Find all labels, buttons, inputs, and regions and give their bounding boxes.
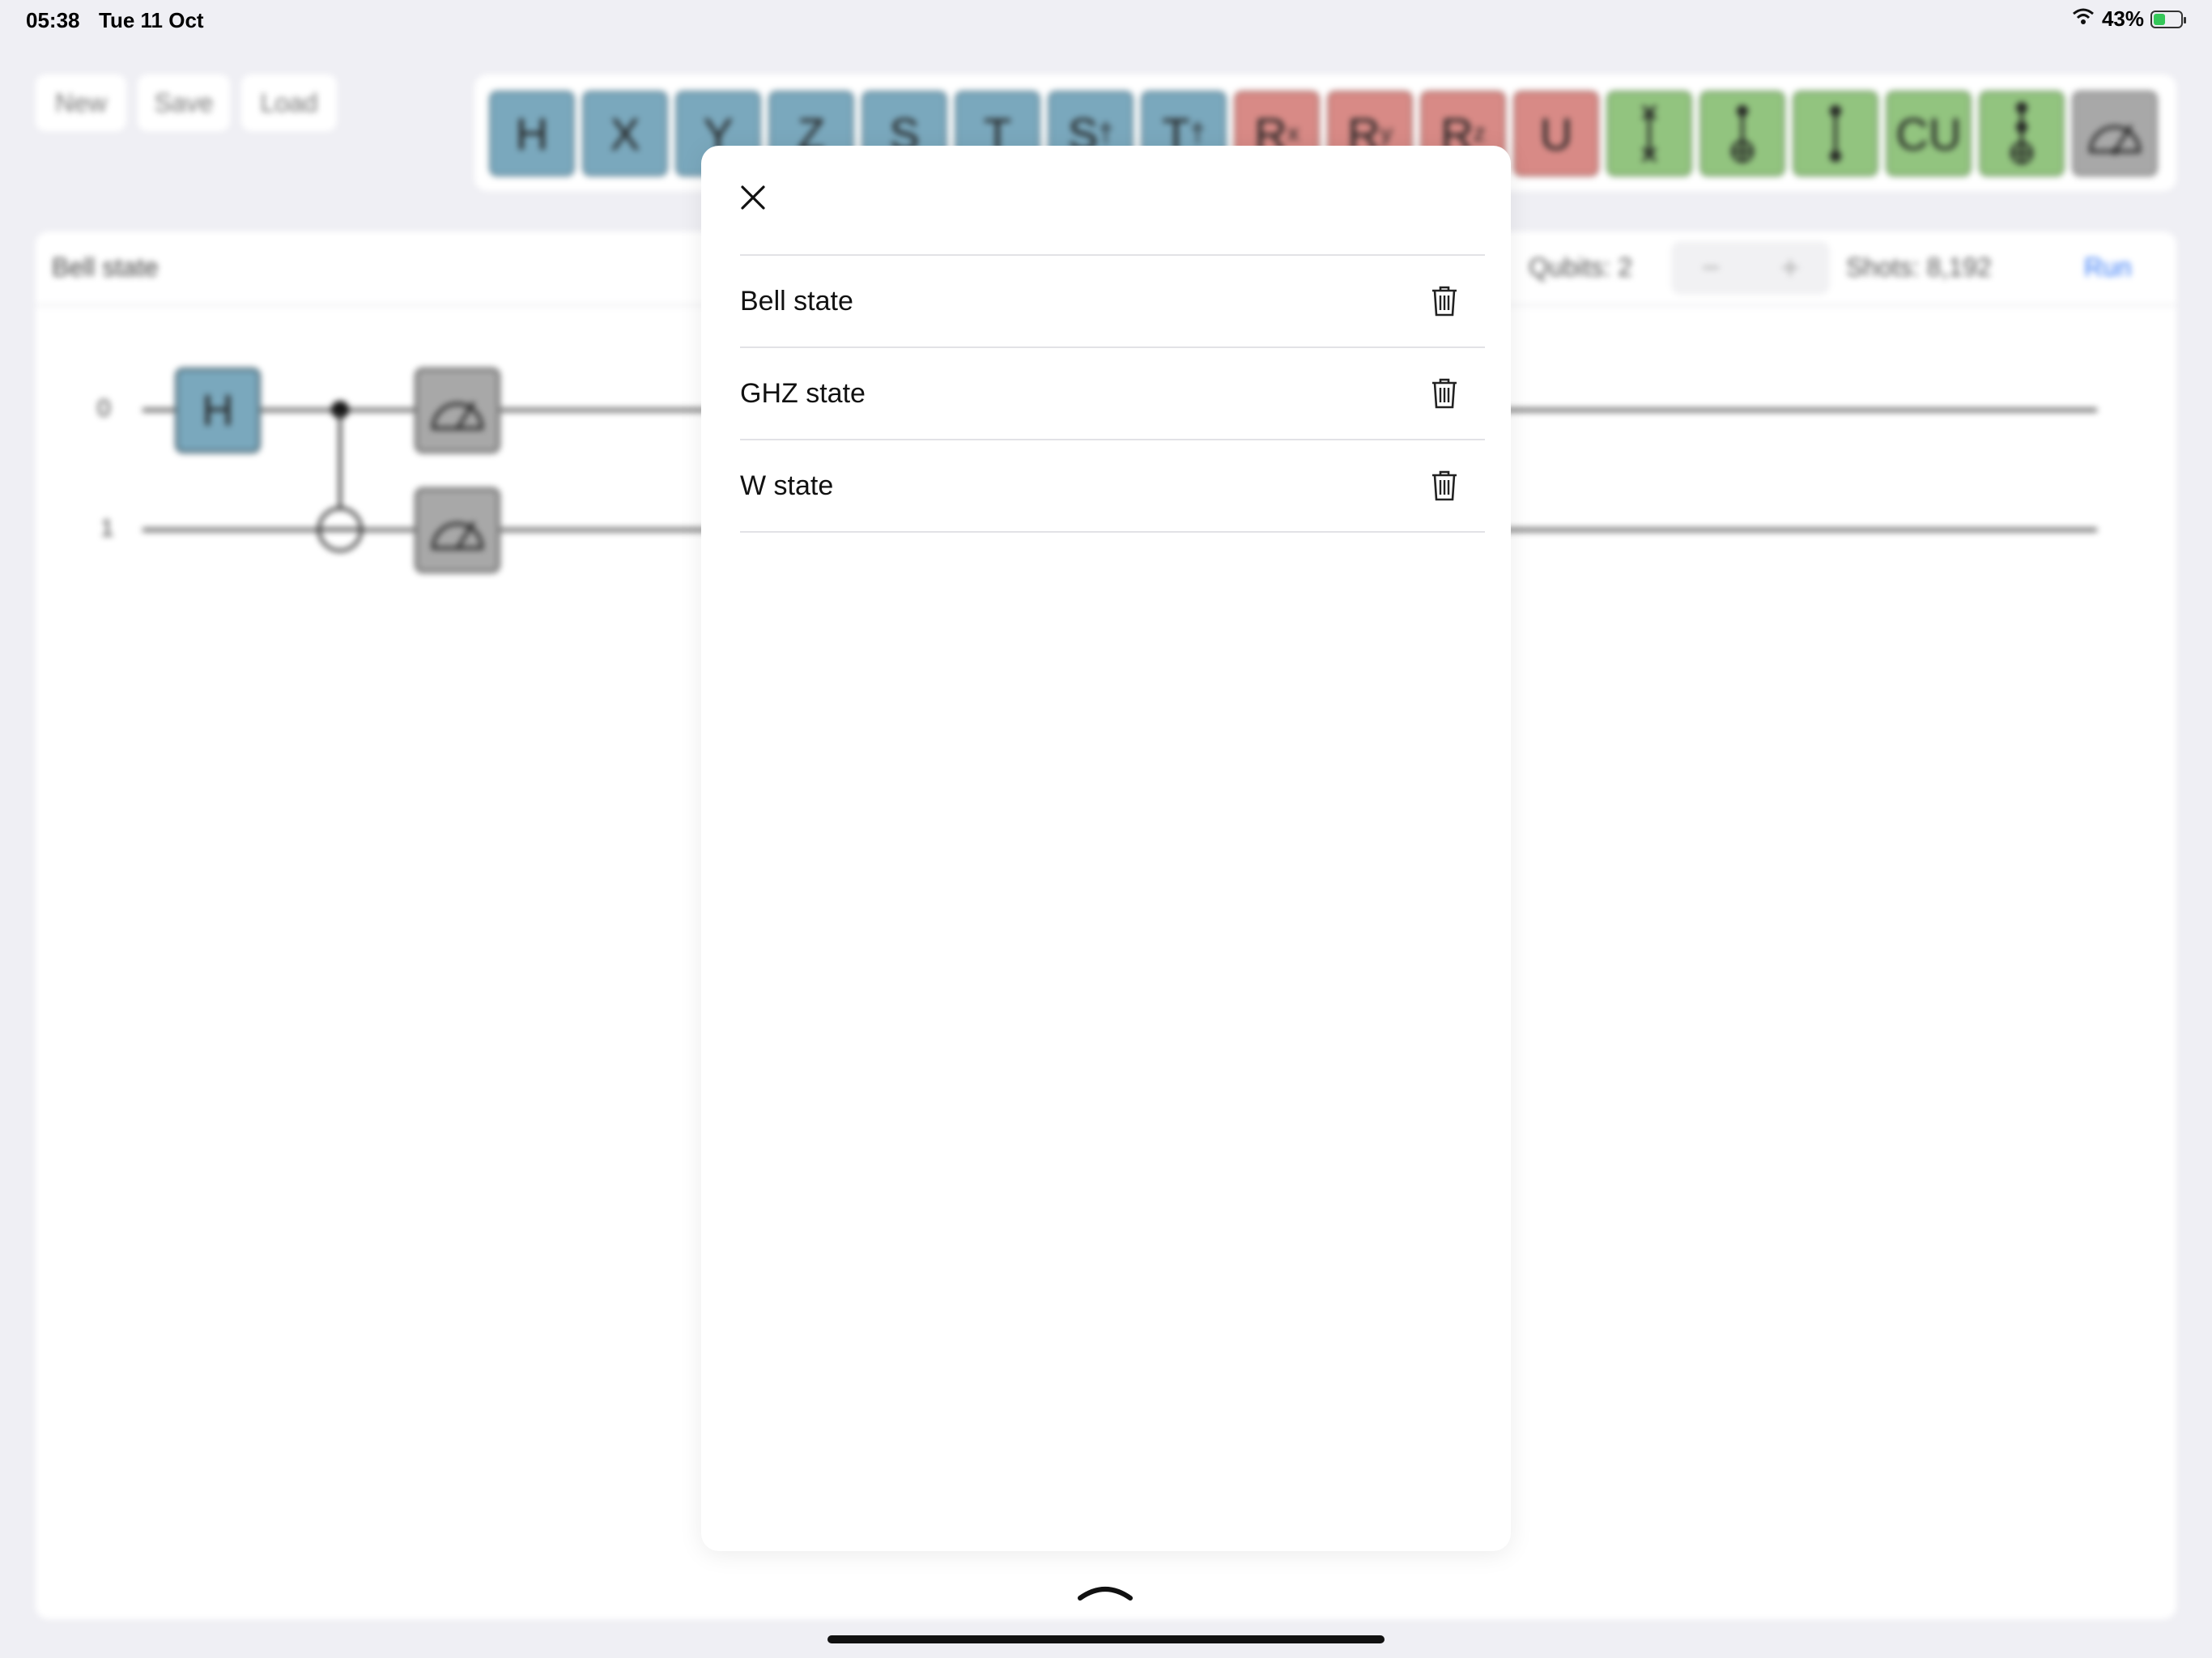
gate-x[interactable]: X [582, 91, 668, 176]
saved-circuits-list: Bell state GHZ state W state [740, 254, 1485, 533]
run-button[interactable]: Run [2084, 253, 2132, 283]
chevron-up-icon [1078, 1587, 1133, 1601]
list-item[interactable]: GHZ state [740, 348, 1485, 440]
circuit-measure-0[interactable] [415, 368, 500, 453]
circuit-measure-1[interactable] [415, 487, 500, 573]
delete-button[interactable] [1419, 368, 1470, 419]
shots-label: Shots: [1846, 253, 1920, 282]
home-indicator[interactable] [827, 1635, 1385, 1643]
expand-sheet-handle[interactable] [1077, 1579, 1134, 1607]
list-item-label: GHZ state [740, 377, 866, 409]
gate-measure[interactable] [2072, 91, 2158, 176]
trash-icon [1432, 286, 1457, 317]
cz-icon [1830, 105, 1841, 162]
delete-button[interactable] [1419, 275, 1470, 327]
qubit-label-0: 0 [97, 395, 111, 422]
qubits-stepper[interactable]: − + [1671, 241, 1830, 295]
gate-toffoli[interactable] [1979, 91, 2065, 176]
measure-icon [431, 521, 484, 550]
gate-cnot[interactable] [1699, 91, 1785, 176]
gate-cz[interactable] [1793, 91, 1878, 176]
qubits-count: Qubits: 2 [1529, 253, 1633, 282]
close-button[interactable] [730, 175, 776, 220]
gate-cu[interactable]: CU [1886, 91, 1972, 176]
new-button[interactable]: New [36, 74, 126, 131]
shots-count[interactable]: Shots: 8,192 [1846, 253, 1992, 283]
swap-icon [1641, 104, 1657, 163]
delete-button[interactable] [1419, 460, 1470, 512]
save-button[interactable]: Save [138, 74, 230, 131]
close-icon [741, 185, 765, 210]
list-item[interactable]: W state [740, 440, 1485, 533]
list-item-label: Bell state [740, 285, 853, 317]
trash-icon [1432, 470, 1457, 501]
measure-icon [431, 401, 484, 430]
cnot-icon [1731, 105, 1754, 163]
stepper-plus-button[interactable]: + [1780, 250, 1799, 287]
list-item[interactable]: Bell state [740, 256, 1485, 348]
shots-value: 8,192 [1926, 253, 1992, 282]
circuit-cnot[interactable] [311, 393, 376, 555]
load-circuit-sheet: Bell state GHZ state W state [701, 146, 1511, 1551]
gate-swap[interactable] [1606, 91, 1692, 176]
qubit-label-1: 1 [100, 515, 114, 542]
toffoli-icon [2010, 102, 2033, 164]
gate-h[interactable]: H [489, 91, 575, 176]
load-button[interactable]: Load [241, 74, 337, 131]
circuit-title: Bell state [52, 253, 159, 282]
trash-icon [1432, 378, 1457, 409]
stepper-minus-button[interactable]: − [1701, 250, 1720, 287]
measure-icon [2088, 124, 2142, 155]
gate-u[interactable]: U [1513, 91, 1599, 176]
circuit-gate-h[interactable]: H [175, 368, 261, 453]
list-item-label: W state [740, 470, 834, 501]
